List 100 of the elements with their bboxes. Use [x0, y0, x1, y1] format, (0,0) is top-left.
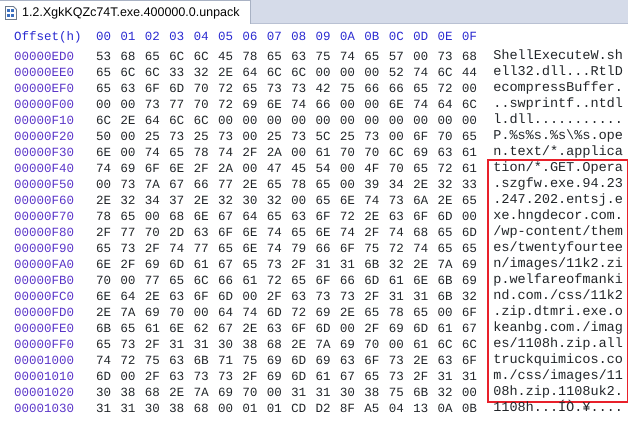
offset-label: 00000F10 — [14, 113, 76, 129]
hex-byte: 31 — [316, 385, 332, 401]
hex-byte: 75 — [340, 81, 356, 97]
hex-byte: 65 — [413, 81, 430, 97]
hex-byte: 7A — [316, 337, 332, 353]
hex-byte: 68 — [266, 337, 283, 353]
hex-byte: 6B — [413, 385, 430, 401]
hex-byte: 6C — [291, 65, 308, 81]
hex-byte: 6F — [144, 161, 161, 177]
hex-byte: 2E — [218, 65, 234, 81]
file-tab[interactable]: 1.2.XgkKQZc74T.exe.400000.0.unpack — [0, 0, 251, 24]
hex-byte: 68 — [120, 49, 136, 65]
hex-byte: 75 — [144, 353, 161, 369]
hex-byte: 65 — [266, 177, 283, 193]
hex-byte: 52 — [388, 65, 405, 81]
hex-byte: 67 — [169, 177, 186, 193]
hex-byte: 00 — [291, 145, 308, 161]
ascii-text: xe.hngdecor.com. — [487, 209, 628, 225]
ascii-text: .szgfw.exe.94.23 — [487, 177, 628, 193]
hex-byte: 6D — [266, 305, 283, 321]
hex-byte: 33 — [169, 65, 186, 81]
hex-byte: 2A — [266, 145, 283, 161]
hex-byte: 00 — [316, 65, 332, 81]
hex-byte: 74 — [291, 97, 308, 113]
hex-byte: 6C — [437, 337, 454, 353]
hex-byte: 78 — [96, 209, 112, 225]
hex-byte: 74 — [413, 241, 430, 257]
offset-label: 00000F70 — [14, 209, 76, 225]
hex-byte: 32 — [388, 257, 405, 273]
hex-byte: 6E — [96, 289, 112, 305]
hex-byte: 72 — [340, 209, 356, 225]
hex-byte: 72 — [266, 273, 283, 289]
hex-byte: 2F — [242, 369, 258, 385]
hex-byte: 67 — [218, 321, 234, 337]
offset-label: 00000EF0 — [14, 81, 76, 97]
hex-byte: 45 — [291, 161, 308, 177]
hex-byte: 6B — [364, 257, 380, 273]
hex-byte: 00 — [120, 97, 136, 113]
hex-byte: 69 — [120, 161, 136, 177]
hex-byte: 73 — [144, 97, 161, 113]
hex-byte: 65 — [462, 241, 478, 257]
hex-byte: 75 — [316, 49, 332, 65]
hex-byte: 79 — [291, 241, 308, 257]
hex-byte: 6F — [144, 81, 161, 97]
hex-byte: 45 — [218, 49, 234, 65]
hex-byte: 74 — [266, 241, 283, 257]
hex-byte: 31 — [340, 257, 356, 273]
hex-byte: 00 — [413, 113, 430, 129]
offset-label: 00001010 — [14, 369, 76, 385]
hex-byte: 34 — [388, 177, 405, 193]
hex-byte: 0B — [462, 401, 478, 417]
offset-label: 00000FE0 — [14, 321, 76, 337]
hex-byte: 00 — [291, 113, 308, 129]
hex-byte: 65 — [316, 193, 332, 209]
hex-byte: 4F — [364, 161, 380, 177]
ascii-text: 1108h...ÍÒ.¥.... — [492, 401, 624, 417]
hex-byte: 65 — [462, 193, 478, 209]
hex-byte: 77 — [169, 97, 186, 113]
hex-byte: 6E — [340, 193, 356, 209]
hex-byte: 30 — [340, 385, 356, 401]
hex-byte: 69 — [242, 97, 258, 113]
column-header: 0C — [388, 29, 405, 45]
hex-byte: 75 — [364, 241, 380, 257]
hex-byte: 70 — [364, 145, 380, 161]
hex-byte: 2F — [291, 257, 308, 273]
hex-byte: 65 — [413, 305, 430, 321]
hex-byte: 69 — [266, 369, 283, 385]
offset-label: 00000F20 — [14, 129, 76, 145]
hex-byte: 00 — [120, 145, 136, 161]
hex-byte: 6F — [462, 305, 478, 321]
hex-byte: 74 — [242, 305, 258, 321]
hex-byte: 74 — [388, 225, 405, 241]
hex-byte: 74 — [144, 145, 161, 161]
hex-byte: 2E — [120, 113, 136, 129]
hex-byte: 2E — [437, 193, 454, 209]
hex-byte: 65 — [437, 225, 454, 241]
hex-byte: 74 — [413, 97, 430, 113]
hex-byte: 69 — [218, 385, 234, 401]
hex-byte: 34 — [144, 193, 161, 209]
hex-byte: 66 — [316, 97, 332, 113]
hex-byte: 00 — [218, 113, 234, 129]
hex-byte: 65 — [266, 49, 283, 65]
hex-byte: 69 — [266, 353, 283, 369]
hex-byte: 5C — [316, 129, 332, 145]
hex-byte: 73 — [316, 289, 332, 305]
hex-byte: 75 — [388, 385, 405, 401]
hex-byte: 6B — [96, 321, 112, 337]
hex-byte: 00 — [364, 65, 380, 81]
hex-byte: 25 — [266, 129, 283, 145]
offset-label: 00000FC0 — [14, 289, 76, 305]
column-header: Offset(h) — [14, 29, 83, 45]
hex-byte: 00 — [340, 177, 356, 193]
offset-label: 00001000 — [14, 353, 76, 369]
offset-label: 00000FD0 — [14, 305, 76, 321]
hex-byte: 6D — [462, 225, 478, 241]
hex-byte: 32 — [437, 385, 454, 401]
hex-byte: 63 — [194, 225, 210, 241]
hex-byte: 00 — [96, 97, 112, 113]
hex-byte: 77 — [144, 273, 161, 289]
hex-byte: 2F — [242, 145, 258, 161]
